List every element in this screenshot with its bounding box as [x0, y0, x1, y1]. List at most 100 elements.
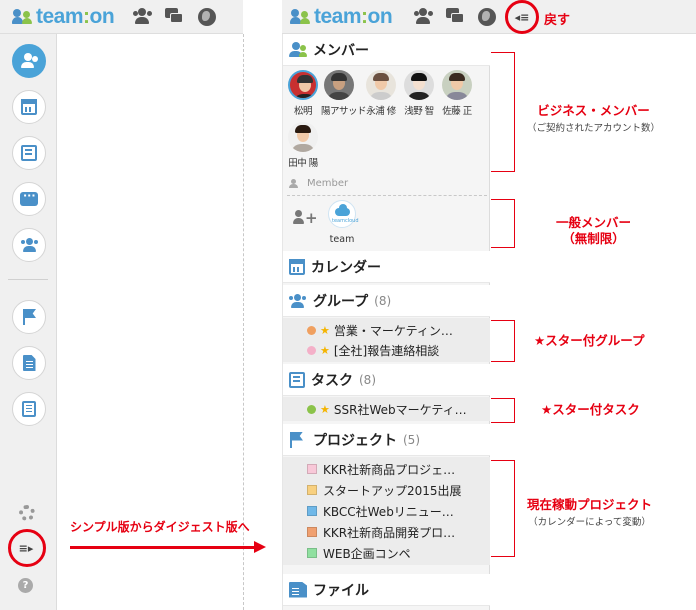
- member-avatar[interactable]: 松明: [285, 70, 321, 117]
- group-icon: [289, 293, 307, 309]
- project-color-square: [307, 527, 317, 537]
- transition-arrow: [70, 546, 256, 549]
- member-avatar[interactable]: 永浦 修: [363, 70, 399, 117]
- star-task-annotation: ★スター付タスク: [541, 402, 640, 417]
- project-color-square: [307, 485, 317, 495]
- globe-icon[interactable]: [198, 8, 216, 26]
- group-section-header[interactable]: グループ (8): [283, 285, 490, 317]
- project-item[interactable]: KKR社新商品プロジェ…: [307, 459, 487, 479]
- general-member-bracket: [491, 199, 515, 248]
- globe-icon[interactable]: [478, 8, 496, 26]
- group-icon: [21, 237, 38, 253]
- project-title: プロジェクト: [313, 432, 397, 449]
- members-icon[interactable]: [414, 8, 434, 26]
- sidebar-divider: [8, 279, 48, 280]
- digest-header: team:on: [282, 0, 696, 34]
- highlight-circle: [505, 0, 539, 34]
- member-avatar[interactable]: 佐藤 正: [439, 70, 475, 117]
- project-item[interactable]: KKR社新商品開発プロ…: [307, 522, 487, 542]
- star-task-bracket: [491, 398, 515, 423]
- project-bracket: [491, 460, 515, 557]
- sidebar-chat-button[interactable]: [12, 182, 46, 216]
- project-color-square: [307, 506, 317, 516]
- project-color-square: [307, 464, 317, 474]
- group-title: グループ: [313, 293, 369, 310]
- flag-icon: [22, 309, 36, 325]
- members-title: メンバー: [313, 42, 369, 59]
- add-member-icon[interactable]: +: [293, 210, 318, 226]
- flag-icon: [289, 431, 307, 448]
- project-count: (5): [403, 432, 420, 447]
- star-group-bracket: [491, 320, 515, 362]
- file-icon: [289, 581, 307, 598]
- teamon-logo[interactable]: team:on: [12, 5, 115, 29]
- member-avatar[interactable]: 田中 陽: [285, 122, 321, 169]
- general-member-avatar[interactable]: teamcloud team: [327, 200, 359, 245]
- settings-gear-icon[interactable]: [19, 505, 35, 521]
- chat-icon[interactable]: [446, 8, 466, 26]
- project-item[interactable]: KBCC社Webリニュー…: [307, 501, 487, 521]
- task-item[interactable]: ★ SSR社Webマーケティ…: [307, 399, 487, 419]
- calendar-icon: [289, 258, 305, 275]
- transition-arrow-head: [254, 541, 266, 553]
- back-annotation: 戻す: [544, 13, 571, 28]
- note-icon: [22, 401, 36, 417]
- help-icon[interactable]: ?: [18, 578, 33, 593]
- general-member-annotation: 一般メンバー （無制限）: [556, 215, 632, 246]
- member-avatar[interactable]: 浅野 智: [401, 70, 437, 117]
- file-section-header[interactable]: ファイル: [283, 574, 490, 606]
- sidebar-members-button[interactable]: [12, 44, 46, 78]
- transition-annotation: シンプル版からダイジェスト版へ: [70, 520, 250, 534]
- task-title: タスク: [311, 372, 353, 389]
- group-count: (8): [374, 293, 392, 308]
- file-title: ファイル: [313, 582, 369, 599]
- project-color-square: [307, 548, 317, 558]
- simple-sidebar: [0, 34, 57, 610]
- project-section-header[interactable]: プロジェクト (5): [283, 424, 490, 456]
- star-icon: ★: [320, 402, 330, 416]
- members-section-header[interactable]: メンバー: [283, 34, 490, 66]
- people-logo-icon: [290, 8, 312, 26]
- project-item[interactable]: スタートアップ2015出展: [307, 480, 487, 500]
- members-icon[interactable]: [133, 8, 153, 26]
- group-color-dot: [307, 325, 316, 335]
- members-icon: [289, 41, 307, 58]
- group-color-dot: [307, 345, 316, 355]
- task-section-header[interactable]: タスク (8): [283, 364, 490, 396]
- chat-icon: [20, 189, 38, 206]
- group-item[interactable]: ★ 営業・マーケティン…: [307, 320, 487, 340]
- sidebar-task-button[interactable]: [12, 136, 46, 170]
- calendar-icon: [21, 99, 37, 115]
- chat-icon[interactable]: [165, 8, 185, 26]
- business-member-annotation: ビジネス・メンバー （ご契約されたアカウント数）: [527, 103, 661, 134]
- task-color-dot: [307, 404, 316, 414]
- calendar-title: カレンダー: [311, 259, 381, 276]
- digest-panel: メンバー 松明 陽アサッド 永浦 修 浅野 智 佐藤 正 田中 陽 Member…: [282, 34, 490, 610]
- teamcloud-logo-icon: teamcloud: [328, 200, 359, 228]
- member-avatar[interactable]: 陽アサッド: [321, 70, 367, 117]
- task-count: (8): [359, 372, 376, 387]
- task-icon: [289, 371, 305, 388]
- member-dashed-divider: [287, 195, 487, 196]
- business-member-bracket: [491, 52, 515, 172]
- sidebar-group-button[interactable]: [12, 228, 46, 262]
- project-item[interactable]: WEB企画コンペ: [307, 543, 487, 563]
- highlight-circle: [8, 529, 46, 567]
- file-icon: [22, 355, 36, 371]
- star-icon: ★: [320, 343, 330, 357]
- star-group-annotation: ★スター付グループ: [534, 333, 645, 348]
- people-logo-icon: [12, 8, 34, 26]
- member-group-icon: [287, 178, 301, 189]
- teamon-logo[interactable]: team:on: [290, 5, 393, 29]
- sidebar-calendar-button[interactable]: [12, 90, 46, 124]
- task-icon: [21, 145, 37, 161]
- members-icon: [21, 53, 38, 69]
- simple-header: team:on: [0, 0, 243, 34]
- project-annotation: 現在稼動プロジェクト （カレンダーによって変動）: [527, 497, 653, 528]
- sidebar-note-button[interactable]: [12, 392, 46, 426]
- member-label: Member: [287, 178, 348, 189]
- sidebar-file-button[interactable]: [12, 346, 46, 380]
- sidebar-project-button[interactable]: [12, 300, 46, 334]
- calendar-section-header[interactable]: カレンダー: [283, 251, 490, 283]
- group-item[interactable]: ★ [全社]報告連絡相談: [307, 340, 487, 360]
